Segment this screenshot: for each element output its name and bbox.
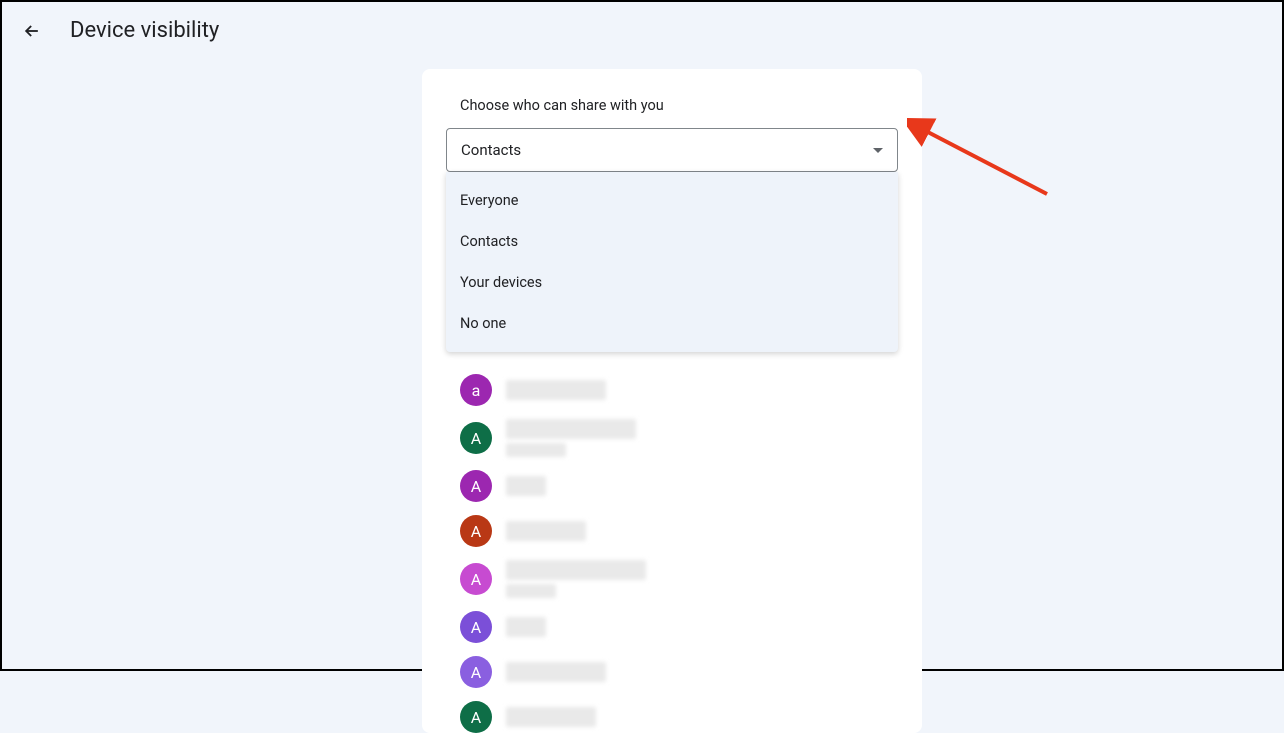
settings-card: Choose who can share with you Contacts E… [422,69,922,733]
dropdown-option-contacts[interactable]: Contacts [446,221,898,262]
contact-row[interactable]: A [460,419,884,457]
contact-row[interactable]: a [460,374,884,406]
avatar: A [460,422,492,454]
contact-row[interactable]: A [460,656,884,688]
contact-row[interactable]: A [460,560,884,598]
contact-row[interactable]: A [460,611,884,643]
contact-row[interactable]: A [460,701,884,733]
contact-name-redacted [506,419,636,457]
page-title: Device visibility [70,18,219,43]
dropdown-option-your-devices[interactable]: Your devices [446,262,898,303]
share-label: Choose who can share with you [422,97,922,128]
avatar: A [460,515,492,547]
contacts-list: aAAAAAAA [422,374,922,733]
dropdown-option-no-one[interactable]: No one [446,303,898,344]
contact-name-redacted [506,560,646,598]
header: Device visibility [2,2,1282,59]
chevron-down-icon [873,148,883,153]
annotation-arrow-icon [907,114,1057,204]
contact-name-redacted [506,662,606,682]
contact-name-redacted [506,707,596,727]
avatar: A [460,470,492,502]
dropdown-option-everyone[interactable]: Everyone [446,180,898,221]
avatar: A [460,701,492,733]
visibility-dropdown-menu: Everyone Contacts Your devices No one [446,172,898,352]
back-arrow-icon[interactable] [22,21,42,41]
contact-row[interactable]: A [460,470,884,502]
visibility-select[interactable]: Contacts [446,128,898,172]
contact-name-redacted [506,380,606,400]
contact-name-redacted [506,521,586,541]
avatar: A [460,656,492,688]
avatar: A [460,611,492,643]
contact-name-redacted [506,617,546,637]
contact-row[interactable]: A [460,515,884,547]
contact-name-redacted [506,476,546,496]
avatar: A [460,563,492,595]
visibility-select-value: Contacts [461,141,521,159]
avatar: a [460,374,492,406]
